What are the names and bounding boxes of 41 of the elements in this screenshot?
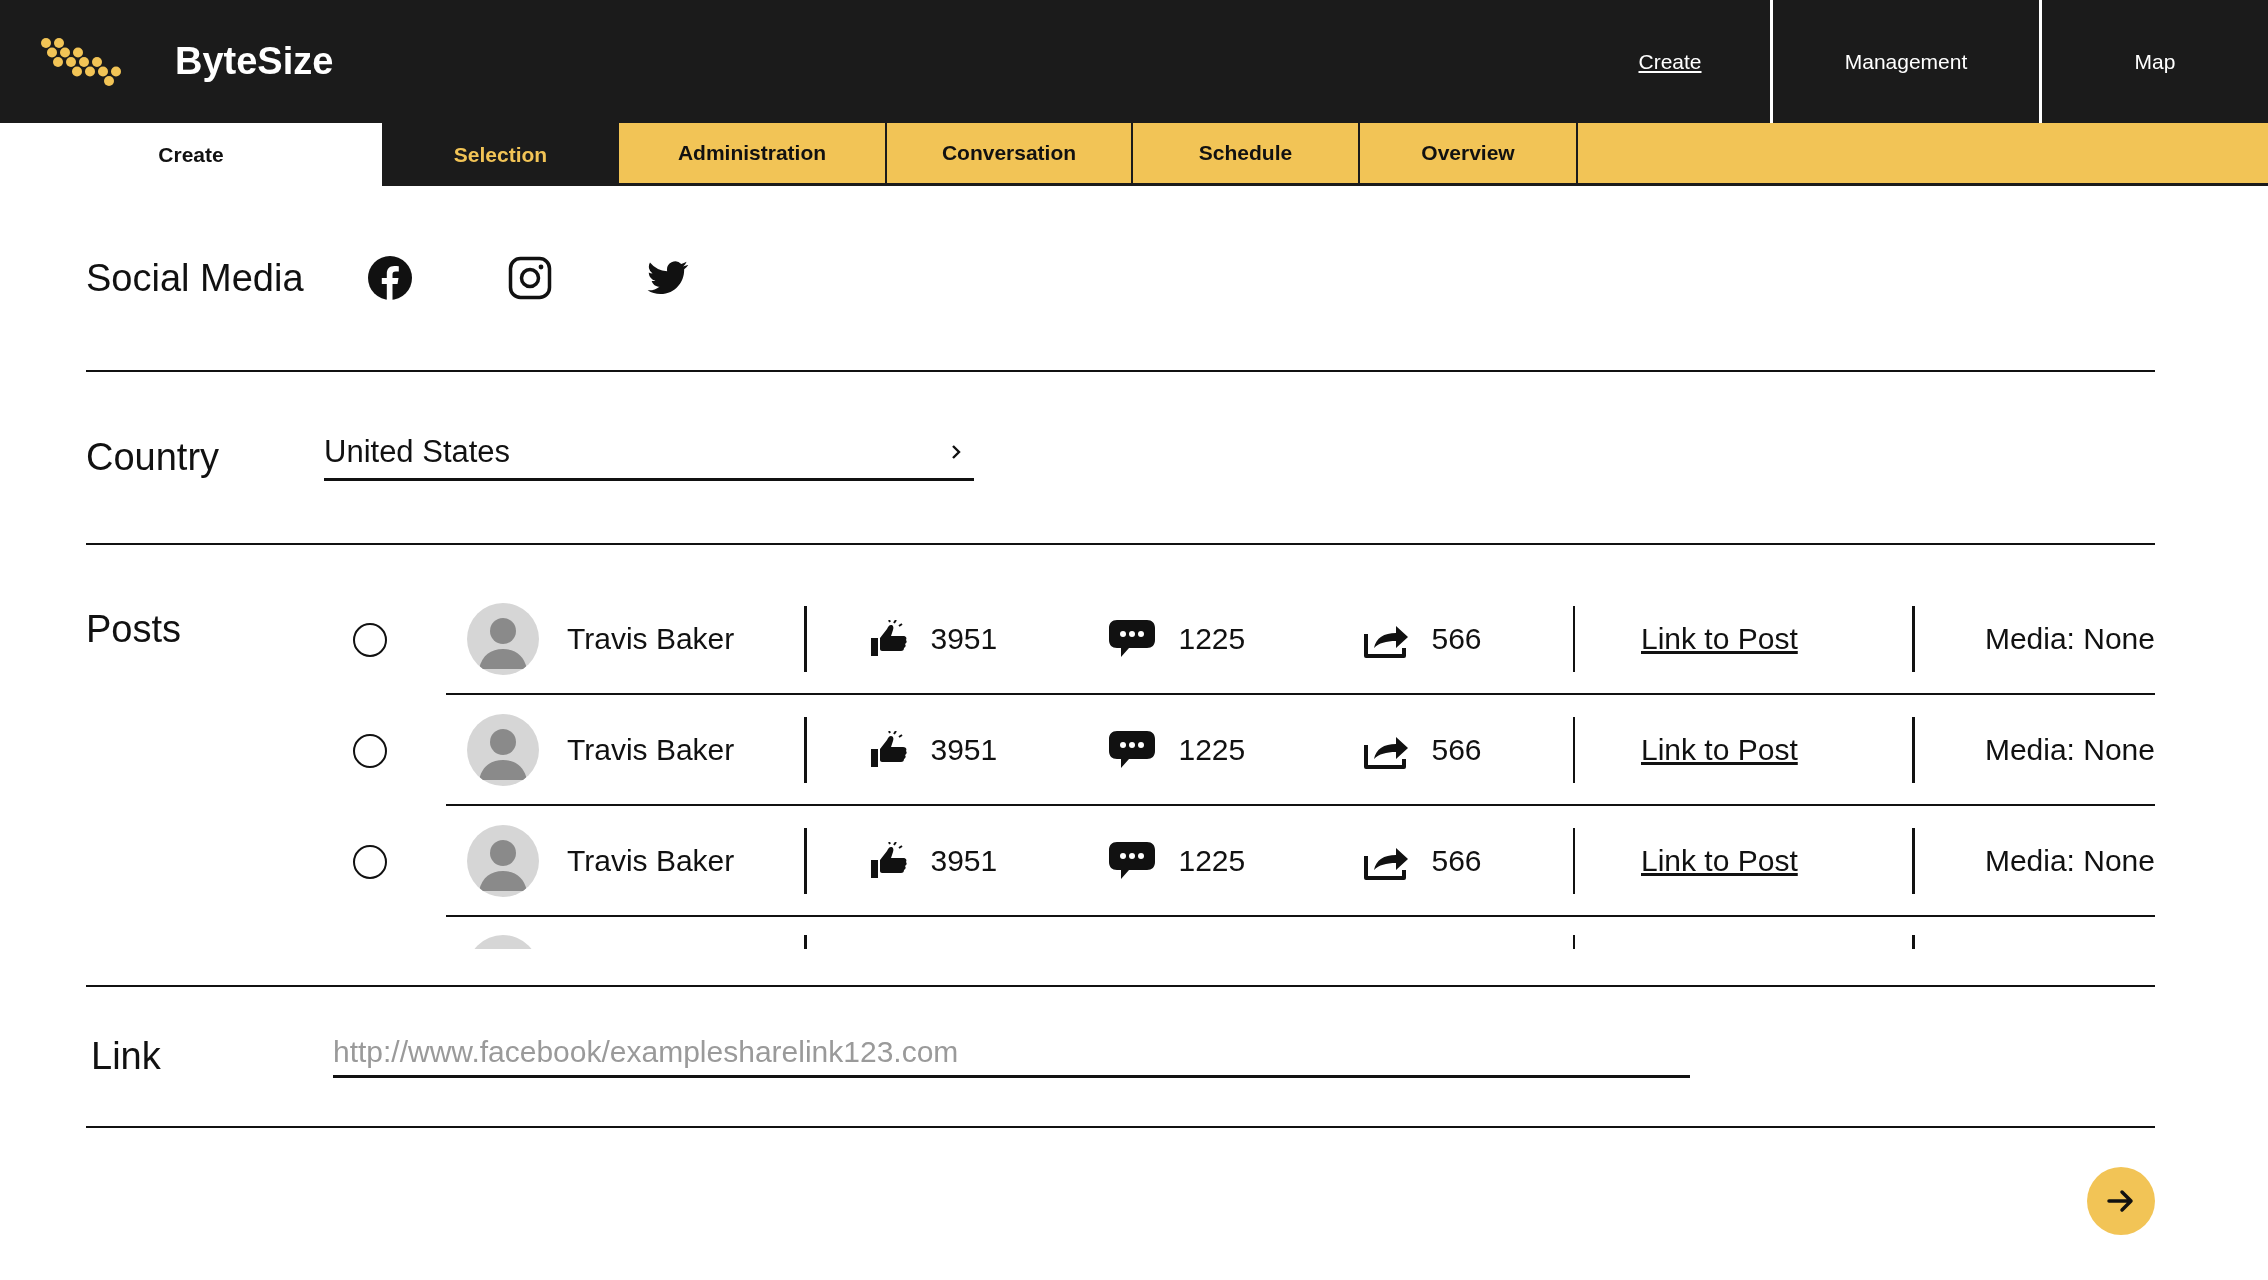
radio-button[interactable] — [353, 733, 387, 768]
comment-count: 1225 — [1178, 732, 1246, 767]
thumbs-up-icon — [868, 619, 909, 658]
post-link[interactable]: Link to Post — [1641, 843, 1798, 877]
media-status: Media: None — [1983, 732, 2155, 767]
author-name: Travis Baker — [567, 732, 736, 767]
comment-count: 1225 — [1178, 621, 1246, 656]
post-link[interactable]: Link to Post — [1641, 732, 1798, 766]
section-label: Country — [86, 436, 221, 479]
media-status: Media: None — [1983, 621, 2155, 656]
chevron-right-icon — [950, 443, 962, 461]
post-link[interactable]: Link to Post — [1641, 621, 1798, 655]
share-count: 566 — [1431, 732, 1482, 767]
tab[interactable]: Conversation — [887, 123, 1133, 186]
country-dropdown[interactable]: United States — [324, 434, 974, 481]
tab[interactable]: Schedule — [1133, 123, 1360, 186]
share-count: 566 — [1431, 843, 1482, 878]
author-name: Travis Baker — [567, 621, 736, 656]
brand-name: ByteSize — [175, 40, 334, 83]
radio-button[interactable] — [353, 844, 387, 879]
author-name: Travis Baker — [567, 843, 736, 878]
instagram-icon[interactable] — [507, 256, 552, 300]
section-label: Link — [90, 1035, 162, 1078]
radio-button[interactable] — [353, 622, 387, 657]
share-count: 566 — [1431, 621, 1482, 656]
section-label: Posts — [86, 608, 183, 651]
section-label: Social Media — [86, 256, 304, 300]
comment-count: 1225 — [1178, 843, 1246, 878]
thumbs-up-icon — [868, 730, 909, 769]
nav-link[interactable]: Create — [1570, 0, 1770, 123]
thumbs-up-icon — [868, 841, 909, 880]
arrow-right-icon — [2107, 1189, 2135, 1213]
like-count: 3951 — [930, 732, 998, 767]
media-status: Media: None — [1983, 843, 2155, 878]
facebook-icon[interactable] — [366, 255, 413, 301]
tab[interactable]: Administration — [619, 123, 887, 186]
like-count: 3951 — [930, 621, 998, 656]
tab[interactable]: Selection — [382, 123, 619, 186]
like-count: 3951 — [930, 843, 998, 878]
bird-icon[interactable] — [646, 261, 689, 295]
tab[interactable]: Overview — [1360, 123, 1578, 186]
